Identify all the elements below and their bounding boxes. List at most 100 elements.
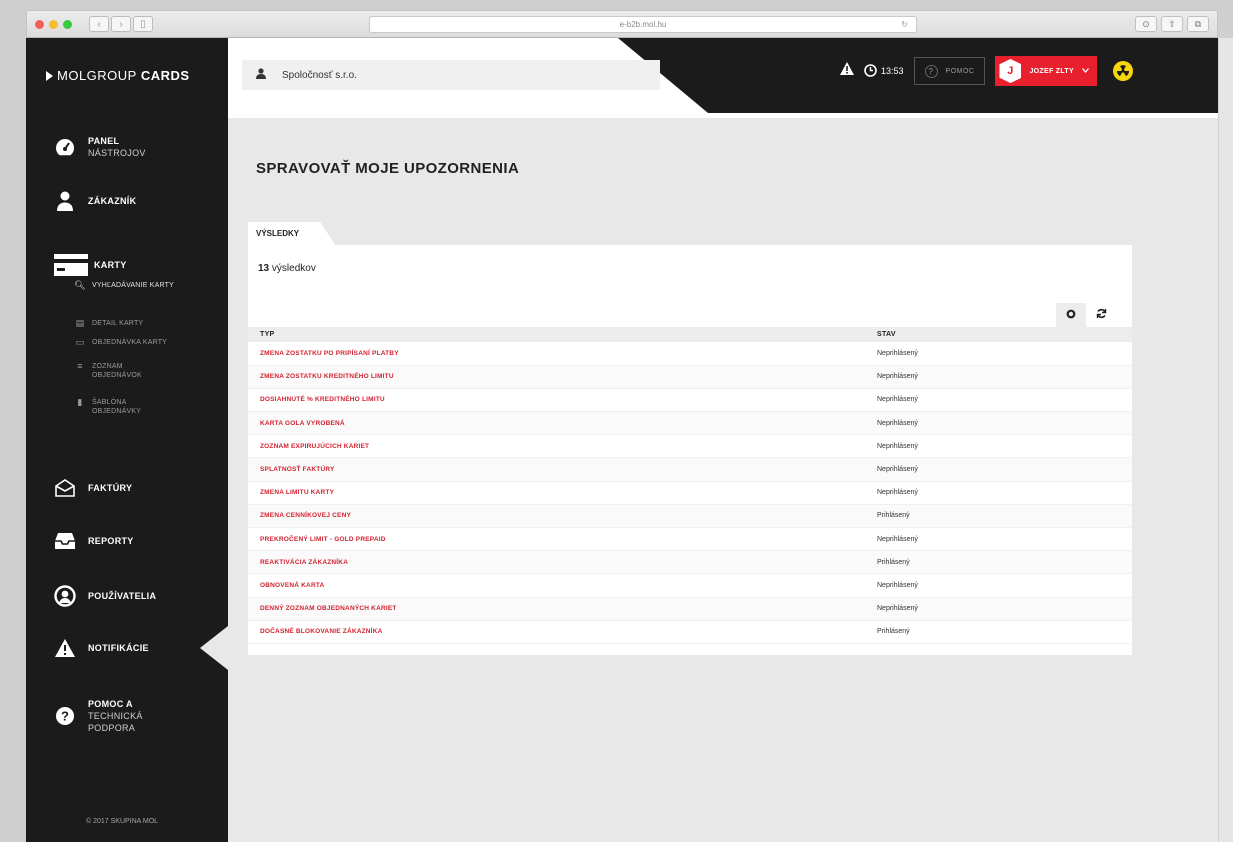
question-circle-icon: ? <box>54 705 76 727</box>
notification-status: Prihlásený <box>865 620 1132 644</box>
user-menu-button[interactable]: J JOZEF ZLTY <box>995 56 1097 86</box>
help-button[interactable]: ? POMOC <box>913 57 986 85</box>
close-window-icon[interactable] <box>35 20 44 29</box>
table-row[interactable]: KARTA GOLA VYROBENÁ Neprihlásený <box>248 411 1132 436</box>
window-controls <box>35 20 72 29</box>
user-name: JOZEF ZLTY <box>1029 67 1074 75</box>
notification-type-link[interactable]: DOSIAHNUTÉ % KREDITNÉHO LIMITU <box>248 388 865 413</box>
table-header-row: TYP STAV <box>248 327 1132 342</box>
results-count-number: 13 <box>258 263 270 274</box>
maximize-window-icon[interactable] <box>63 20 72 29</box>
column-header-status[interactable]: STAV <box>865 327 1132 342</box>
notification-type-link[interactable]: ZOZNAM EXPIRUJÚCICH KARIET <box>248 434 865 459</box>
notification-status: Neprihlásený <box>865 481 1132 505</box>
sidebar-item-label: REPORTY <box>88 536 134 546</box>
brand-logo[interactable]: MOLGROUP CARDS <box>46 68 190 83</box>
notification-status: Neprihlásený <box>865 342 1132 366</box>
table-row[interactable]: DOČASNÉ BLOKOVANIE ZÁKAZNÍKA Prihlásený <box>248 620 1132 644</box>
table-row[interactable]: ZMENA ZOSTATKU KREDITNÉHO LIMITU Neprihlá… <box>248 365 1132 389</box>
notification-type-link[interactable]: DENNÝ ZOZNAM OBJEDNANÝCH KARIET <box>248 597 865 621</box>
settings-button[interactable] <box>1056 303 1086 327</box>
notification-type-link[interactable]: SPLATNOSŤ FAKTÚRY <box>248 457 865 482</box>
alert-icon[interactable] <box>840 62 854 80</box>
sidebar-subitem-label: DETAIL KARTY <box>92 320 144 327</box>
sidebar-item-label: KARTY <box>94 260 127 270</box>
table-row[interactable]: ZMENA ZOSTATKU PO PRIPÍSANÍ PLATBY Neprih… <box>248 342 1132 366</box>
notification-status: Neprihlásený <box>865 597 1132 621</box>
results-count: 13 výsledkov <box>258 263 316 274</box>
sidebar-item-sublabel: TECHNICKÁ PODPORA <box>88 711 143 733</box>
address-bar[interactable]: e-b2b.mol.hu ↻ <box>369 16 917 33</box>
notification-type-link[interactable]: REAKTIVÁCIA ZÁKAZNÍKA <box>248 550 865 575</box>
sidebar-item-reports[interactable]: REPORTY <box>54 530 134 552</box>
table-row[interactable]: OBNOVENÁ KARTA Neprihlásený <box>248 573 1132 598</box>
sidebar-item-customer[interactable]: ZÁKAZNÍK <box>54 190 136 212</box>
notification-status: Neprihlásený <box>865 388 1132 413</box>
sidebar-subitem-label: OBJEDNÁVKA KARTY <box>92 339 168 346</box>
sidebar-subitem-card-order[interactable]: ▭ OBJEDNÁVKA KARTY <box>74 338 202 347</box>
avatar: J <box>999 59 1022 83</box>
card-order-icon: ▭ <box>75 337 85 347</box>
notification-type-link[interactable]: KARTA GOLA VYROBENÁ <box>248 411 865 436</box>
sidebar-item-dashboard[interactable]: PANEL NÁSTROJOV <box>54 135 146 159</box>
notification-status: Prihlásený <box>865 550 1132 575</box>
table-row[interactable]: DOSIAHNUTÉ % KREDITNÉHO LIMITU Neprihláse… <box>248 388 1132 413</box>
table-row[interactable]: SPLATNOSŤ FAKTÚRY Neprihlásený <box>248 457 1132 482</box>
document-icon: ▮ <box>77 397 83 407</box>
notification-type-link[interactable]: ZMENA CENNÍKOVEJ CENY <box>248 504 865 529</box>
page-scrollbar[interactable] <box>1218 38 1233 842</box>
sidebar-item-label: POUŽÍVATELIA <box>88 591 157 601</box>
sidebar-item-invoices[interactable]: FAKTÚRY <box>54 477 132 499</box>
notification-type-link[interactable]: ZMENA ZOSTATKU PO PRIPÍSANÍ PLATBY <box>248 342 865 366</box>
sidebar-subitem-order-list[interactable]: ≡ ZOZNAM OBJEDNÁVOK <box>74 362 172 380</box>
tab-results[interactable]: VÝSLEDKY <box>248 222 336 246</box>
user-icon <box>54 190 76 212</box>
table-row[interactable]: ZMENA LIMITU KARTY Neprihlásený <box>248 481 1132 505</box>
session-clock: 13:53 <box>864 63 904 79</box>
notification-type-link[interactable]: DOČASNÉ BLOKOVANIE ZÁKAZNÍKA <box>248 620 865 644</box>
sidebar-item-sublabel: NÁSTROJOV <box>88 148 146 158</box>
browser-toolbar: ‹ › ▯ e-b2b.mol.hu ↻ ⊙ ⇧ ⧉ <box>26 10 1218 38</box>
reload-icon[interactable]: ↻ <box>901 17 908 32</box>
sidebar-subitem-card-detail[interactable]: ▤ DETAIL KARTY <box>74 319 202 328</box>
notification-type-link[interactable]: ZMENA LIMITU KARTY <box>248 481 865 505</box>
logo-triangle-icon <box>46 70 53 81</box>
brand-name-bold: CARDS <box>140 68 190 83</box>
table-row[interactable]: REAKTIVÁCIA ZÁKAZNÍKA Prihlásený <box>248 550 1132 575</box>
sidebar-toggle-icon[interactable]: ▯ <box>133 16 153 32</box>
help-button-label: POMOC <box>945 67 975 75</box>
forward-icon[interactable]: › <box>111 16 131 32</box>
sidebar-item-users[interactable]: POUŽÍVATELIA <box>54 585 156 607</box>
sidebar-subitem-order-template[interactable]: ▮ ŠABLÓNA OBJEDNÁVKY <box>74 398 172 416</box>
company-selector[interactable]: Spoločnosť s.r.o. <box>242 60 660 90</box>
download-icon[interactable]: ⊙ <box>1135 16 1157 32</box>
notification-type-link[interactable]: ZMENA ZOSTATKU KREDITNÉHO LIMITU <box>248 365 865 389</box>
minimize-window-icon[interactable] <box>49 20 58 29</box>
notification-type-link[interactable]: OBNOVENÁ KARTA <box>248 573 865 598</box>
refresh-icon <box>1096 308 1107 322</box>
sidebar-subitem-label: ZOZNAM OBJEDNÁVOK <box>92 363 142 379</box>
notification-status: Neprihlásený <box>865 573 1132 598</box>
table-row[interactable]: DENNÝ ZOZNAM OBJEDNANÝCH KARIET Neprihlás… <box>248 597 1132 621</box>
notification-type-link[interactable]: PREKROČENÝ LIMIT - GOLD PREPAID <box>248 527 865 552</box>
sidebar-item-notifications[interactable]: NOTIFIKÁCIE <box>54 637 149 659</box>
chevron-down-icon <box>1081 67 1089 75</box>
radiation-icon[interactable] <box>1112 61 1133 81</box>
notifications-table: TYP STAV ZMENA ZOSTATKU PO PRIPÍSANÍ PLA… <box>248 327 1132 644</box>
sidebar-subitem-card-search[interactable]: 🔍︎ VYHĽADÁVANIE KARTY <box>74 281 202 290</box>
table-row[interactable]: ZMENA CENNÍKOVEJ CENY Prihlásený <box>248 504 1132 529</box>
table-row[interactable]: PREKROČENÝ LIMIT - GOLD PREPAID Neprihlás… <box>248 527 1132 552</box>
top-bar: Spoločnosť s.r.o. 13:53 ? POMOC J JOZEF … <box>228 38 1218 118</box>
table-row[interactable]: ZOZNAM EXPIRUJÚCICH KARIET Neprihlásený <box>248 434 1132 459</box>
sidebar-item-cards[interactable]: KARTY <box>54 254 127 276</box>
sidebar-item-help[interactable]: ? POMOC A TECHNICKÁ PODPORA <box>54 698 158 734</box>
column-header-type[interactable]: TYP <box>248 327 865 342</box>
share-icon[interactable]: ⇧ <box>1161 16 1183 32</box>
back-icon[interactable]: ‹ <box>89 16 109 32</box>
user-circle-icon <box>54 585 76 607</box>
svg-text:?: ? <box>61 709 69 724</box>
refresh-button[interactable] <box>1086 303 1116 327</box>
search-icon: 🔍︎ <box>74 280 86 290</box>
gear-icon <box>1066 309 1076 322</box>
tabs-icon[interactable]: ⧉ <box>1187 16 1209 32</box>
